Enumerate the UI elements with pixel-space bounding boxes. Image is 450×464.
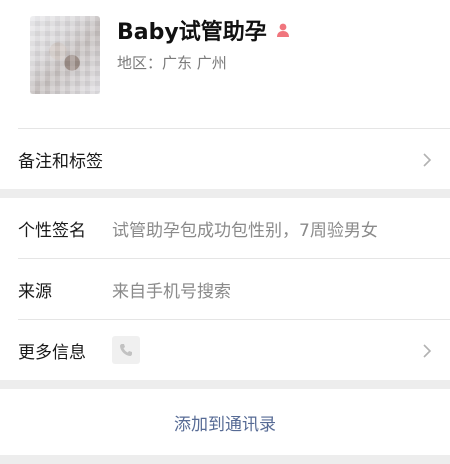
section-gap [0, 380, 450, 389]
remark-label: 备注和标签 [18, 151, 103, 172]
more-info-row[interactable]: 更多信息 [0, 320, 450, 380]
name-line: Baby试管助孕 [117, 14, 291, 46]
signature-row: 个性签名 试管助孕包成功包性别，7周验男女 [0, 198, 450, 258]
contact-name: Baby试管助孕 [117, 20, 267, 45]
chevron-right-icon [420, 152, 434, 167]
profile-card: Baby试管助孕 地区：广东 广州 备注和标签 [0, 0, 450, 189]
section-gap [0, 189, 450, 198]
region-text: 地区：广东 广州 [117, 54, 227, 72]
remark-row[interactable]: 备注和标签 [0, 129, 450, 189]
add-to-contacts-button[interactable]: 添加到通讯录 [0, 389, 450, 455]
avatar[interactable] [30, 16, 100, 94]
chevron-right-icon [420, 343, 434, 358]
gender-female-icon [275, 22, 291, 38]
more-info-label: 更多信息 [18, 342, 86, 363]
source-value: 来自手机号搜索 [112, 281, 231, 302]
source-label: 来源 [18, 281, 52, 302]
signature-value: 试管助孕包成功包性别，7周验男女 [112, 220, 378, 241]
source-row: 来源 来自手机号搜索 [0, 259, 450, 319]
profile-header: Baby试管助孕 地区：广东 广州 [0, 0, 450, 128]
signature-label: 个性签名 [18, 220, 86, 241]
phone-icon [112, 336, 140, 364]
info-card: 个性签名 试管助孕包成功包性别，7周验男女 来源 来自手机号搜索 更多信息 [0, 198, 450, 380]
